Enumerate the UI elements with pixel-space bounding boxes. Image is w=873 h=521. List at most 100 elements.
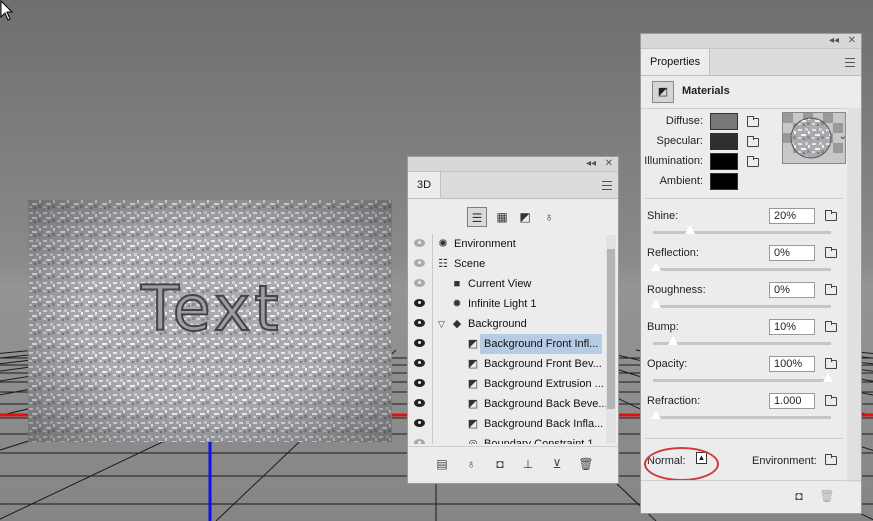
- texture-folder-icon[interactable]: [825, 284, 837, 295]
- scene-item[interactable]: ■ Current View: [408, 274, 608, 294]
- scene-item[interactable]: ▽ ◆ Background: [408, 314, 608, 334]
- visibility-eye-icon[interactable]: [414, 239, 425, 247]
- slider-thumb[interactable]: [684, 225, 697, 235]
- environment-icon: ✺: [438, 238, 448, 250]
- chevron-down-icon[interactable]: ⌄: [839, 131, 845, 142]
- panel-title-bar[interactable]: ◂◂ ✕: [408, 157, 618, 172]
- environment-label: Environment:: [752, 455, 817, 467]
- slider-track[interactable]: [653, 373, 834, 383]
- visibility-eye-icon[interactable]: [414, 319, 425, 327]
- visibility-eye-icon[interactable]: [414, 299, 425, 307]
- close-icon[interactable]: ✕: [605, 157, 613, 171]
- slider-label: Refraction:: [647, 395, 701, 407]
- collapse-icon[interactable]: ◂◂: [829, 34, 839, 48]
- visibility-eye-icon[interactable]: [414, 399, 425, 407]
- scene-item[interactable]: ◩ Background Front Bev...: [408, 354, 608, 374]
- visibility-eye-icon[interactable]: [414, 379, 425, 387]
- scene-item[interactable]: ◩ Background Back Infla...: [408, 414, 608, 434]
- scene-item[interactable]: ✺ Environment: [408, 234, 608, 254]
- panel-menu-icon[interactable]: [602, 181, 612, 190]
- slider-track[interactable]: [650, 262, 831, 272]
- visibility-eye-icon[interactable]: [414, 419, 425, 427]
- diffuse-texture-icon[interactable]: [747, 116, 759, 127]
- scene-item[interactable]: ☷ Scene: [408, 254, 608, 274]
- row-divider: [432, 414, 433, 434]
- color-swatch[interactable]: [710, 173, 738, 190]
- material-preview[interactable]: ⌄: [782, 112, 846, 164]
- collapse-icon[interactable]: ◂◂: [586, 157, 596, 171]
- environment-folder-icon[interactable]: [825, 454, 837, 465]
- scrollbar-thumb[interactable]: [607, 249, 615, 409]
- light-icon: ✹: [452, 298, 462, 310]
- slider-track[interactable]: [650, 410, 831, 420]
- slider-thumb[interactable]: [650, 299, 662, 309]
- visibility-eye-icon[interactable]: [414, 439, 425, 444]
- row-divider: [432, 314, 433, 334]
- section-divider: [645, 198, 843, 199]
- color-label: Illumination:: [644, 155, 703, 167]
- add-constraint-icon[interactable]: ⊻: [549, 457, 565, 471]
- scene-item[interactable]: ◩ Background Front Infl...: [408, 334, 608, 354]
- properties-panel: ◂◂ ✕ Properties ◩ Materials Diffuse: Spec…: [640, 33, 862, 514]
- slider-value-field[interactable]: 10%: [769, 319, 815, 335]
- whole-scene-filter-icon[interactable]: ☰: [467, 207, 487, 227]
- slider-thumb[interactable]: [650, 410, 662, 420]
- tab-3d[interactable]: 3D: [408, 172, 442, 198]
- slider-value-field[interactable]: 0%: [769, 245, 815, 261]
- texture-folder-icon[interactable]: [825, 321, 837, 332]
- trash-icon[interactable]: 🗑: [578, 457, 594, 471]
- scene-item[interactable]: ◩ Background Back Beve...: [408, 394, 608, 414]
- scene-item[interactable]: ◎ Boundary Constraint 1: [408, 434, 608, 444]
- close-icon[interactable]: ✕: [848, 34, 856, 48]
- scene-item-label: Background Extrusion ...: [484, 378, 604, 390]
- slider-thumb[interactable]: [650, 262, 662, 272]
- slider-thumb[interactable]: [822, 373, 834, 383]
- 3d-postcard-object[interactable]: Text: [28, 200, 392, 442]
- scene-scrollbar[interactable]: [606, 235, 616, 443]
- visibility-eye-icon[interactable]: [414, 339, 425, 347]
- render-icon[interactable]: ◘: [791, 489, 807, 503]
- scene-item-label: Background Front Infl...: [480, 334, 603, 354]
- new-mesh-icon[interactable]: ▤: [434, 457, 450, 471]
- properties-scrollbar[interactable]: [847, 108, 861, 482]
- texture-folder-icon[interactable]: [825, 395, 837, 406]
- texture-folder-icon[interactable]: [825, 210, 837, 221]
- lights-filter-icon[interactable]: ♁: [539, 207, 559, 227]
- row-divider: [432, 254, 433, 274]
- scene-tree: ✺ Environment ☷ Scene ■ Current View ✹ Infinite…: [408, 234, 608, 444]
- visibility-eye-icon[interactable]: [414, 259, 425, 267]
- materials-icon: ◩: [652, 81, 674, 103]
- row-divider: [432, 334, 433, 354]
- add-light-icon[interactable]: ♁: [463, 457, 479, 471]
- slider-track[interactable]: [653, 225, 831, 235]
- texture-folder-icon[interactable]: [825, 247, 837, 258]
- slider-value-field[interactable]: 1.000: [769, 393, 815, 409]
- slider-thumb[interactable]: [667, 336, 680, 346]
- slider-track[interactable]: [650, 299, 831, 309]
- row-divider: [432, 354, 433, 374]
- texture-folder-icon[interactable]: [747, 136, 759, 147]
- visibility-eye-icon[interactable]: [414, 279, 425, 287]
- scene-item-label: Background Back Infla...: [484, 418, 604, 430]
- materials-filter-icon[interactable]: ◩: [515, 207, 535, 227]
- slider-value-field[interactable]: 20%: [769, 208, 815, 224]
- color-swatch[interactable]: [710, 153, 738, 170]
- meshes-filter-icon[interactable]: ▦: [492, 207, 512, 227]
- color-swatch[interactable]: [710, 113, 738, 130]
- slider-value-field[interactable]: 100%: [769, 356, 815, 372]
- tab-properties[interactable]: Properties: [641, 49, 711, 75]
- scene-item[interactable]: ✹ Infinite Light 1: [408, 294, 608, 314]
- panel-title-bar[interactable]: ◂◂ ✕: [641, 34, 861, 49]
- texture-folder-icon[interactable]: [747, 156, 759, 167]
- render-icon[interactable]: ◘: [492, 457, 508, 471]
- trash-icon[interactable]: 🗑: [819, 489, 835, 503]
- expand-caret-icon[interactable]: ▽: [438, 314, 445, 334]
- panel-menu-icon[interactable]: [845, 58, 855, 67]
- slider-track[interactable]: [653, 336, 831, 346]
- slider-value-field[interactable]: 0%: [769, 282, 815, 298]
- color-swatch[interactable]: [710, 133, 738, 150]
- visibility-eye-icon[interactable]: [414, 359, 425, 367]
- drop-to-ground-icon[interactable]: ⊥: [520, 457, 536, 471]
- scene-item[interactable]: ◩ Background Extrusion ...: [408, 374, 608, 394]
- texture-folder-icon[interactable]: [825, 358, 837, 369]
